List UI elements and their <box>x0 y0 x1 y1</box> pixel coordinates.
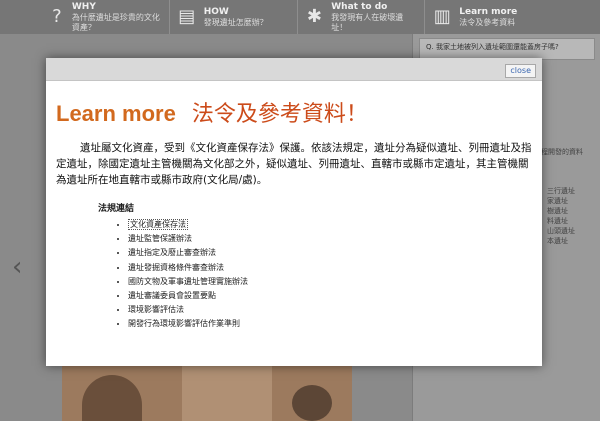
nav-subtitle: 我發現有人在破壞遺址！ <box>331 12 404 32</box>
illustration <box>62 365 352 421</box>
close-button[interactable]: close <box>505 64 536 78</box>
book-icon: ▥ <box>433 6 451 27</box>
nav-title: Learn more <box>459 6 518 17</box>
nav-tab-learn-more-text: Learn more 法令及參考資料 <box>459 7 517 28</box>
nav-tab-learn-more[interactable]: ▥ Learn more 法令及參考資料 <box>424 0 552 34</box>
law-link-text: 遺址監管保護辦法 <box>128 234 192 244</box>
clipboard-icon: ▤ <box>178 6 196 27</box>
modal-header-bar: close <box>46 58 542 81</box>
law-link[interactable]: 文化資產保存法 <box>128 218 248 232</box>
nav-tab-what-to-do[interactable]: ✱ What to do 我發現有人在破壞遺址！ <box>296 0 425 34</box>
nav-tab-how-text: HOW 發現遺址怎麼辦？ <box>204 7 268 28</box>
nav-subtitle: 法令及參考資料 <box>459 17 516 27</box>
top-navigation: ? WHY 為什麼遺址是珍貴的文化資產？ ▤ HOW 發現遺址怎麼辦？ ✱ Wh… <box>0 0 600 34</box>
list-item[interactable]: 山頭遺址 <box>547 226 575 236</box>
law-link[interactable]: 國防文物及軍事遺址管理實施辦法 <box>128 275 248 289</box>
law-link[interactable]: 環境影響評估法 <box>128 303 248 317</box>
sidebar-site-list: 三行遺址 家遺址 樹遺址 料遺址 山頭遺址 本遺址 <box>547 186 575 246</box>
nav-subtitle: 為什麼遺址是珍貴的文化資產？ <box>71 12 160 32</box>
laws-list: 文化資產保存法 遺址監管保護辦法 遺址指定及廢止審查辦法 遺址發掘資格條件審查辦… <box>114 218 248 332</box>
intro-paragraph: 遺址屬文化資產，受到《文化資產保存法》保護。依該法規定，遺址分為疑似遺址、列冊遺… <box>56 142 532 186</box>
faq-question[interactable]: Q. 我家土地被列入遺址範圍還能蓋房子嗎? <box>419 38 595 60</box>
sidebar-section-header: 程開發的資料 <box>541 148 583 156</box>
title-chinese: 法令及參考資料！ <box>191 102 368 127</box>
law-link[interactable]: 遺址監管保護辦法 <box>128 232 248 246</box>
illustration-figure <box>182 365 272 421</box>
nav-tab-what-to-do-text: What to do 我發現有人在破壞遺址！ <box>331 2 418 33</box>
question-icon: ? <box>52 6 62 27</box>
list-item[interactable]: 本遺址 <box>547 236 575 246</box>
law-link-text: 開發行為環境影響評估作業準則 <box>128 319 240 329</box>
law-link-text: 環境影響評估法 <box>128 305 184 315</box>
law-link-text: 遺址發掘資格條件審查辦法 <box>128 262 224 272</box>
learn-more-modal: close Learn more 法令及參考資料！ 遺址屬文化資產，受到《文化資產… <box>46 58 542 366</box>
chevron-left-icon[interactable]: ‹ <box>12 252 22 282</box>
law-link-text: 遺址指定及廢止審查辦法 <box>128 248 216 258</box>
list-item[interactable]: 家遺址 <box>547 196 575 206</box>
law-link[interactable]: 遺址指定及廢止審查辦法 <box>128 246 248 260</box>
nav-title: WHY <box>71 1 96 12</box>
law-link-text: 遺址審議委員會設置要點 <box>128 291 216 301</box>
list-item[interactable]: 樹遺址 <box>547 206 575 216</box>
title-english: Learn more <box>56 101 176 126</box>
law-link[interactable]: 遺址審議委員會設置要點 <box>128 289 248 303</box>
nav-tabs: ? WHY 為什麼遺址是珍貴的文化資產？ ▤ HOW 發現遺址怎麼辦？ ✱ Wh… <box>42 0 552 34</box>
law-link-text: 文化資產保存法 <box>128 219 188 230</box>
nav-subtitle: 發現遺址怎麼辦？ <box>203 17 268 27</box>
nav-title: HOW <box>203 6 229 17</box>
nav-tab-how[interactable]: ▤ HOW 發現遺址怎麼辦？ <box>168 0 297 34</box>
illustration-figure <box>292 385 332 421</box>
list-item[interactable]: 三行遺址 <box>547 186 575 196</box>
nav-tab-why-text: WHY 為什麼遺址是珍貴的文化資產？ <box>72 2 163 33</box>
illustration-figure <box>82 375 142 421</box>
laws-heading: 法規連結 <box>98 204 135 214</box>
law-link-text: 國防文物及軍事遺址管理實施辦法 <box>128 276 248 286</box>
alert-icon: ✱ <box>306 6 322 27</box>
list-item[interactable]: 料遺址 <box>547 216 575 226</box>
law-link[interactable]: 遺址發掘資格條件審查辦法 <box>128 261 248 275</box>
nav-title: What to do <box>331 1 388 12</box>
nav-tab-why[interactable]: ? WHY 為什麼遺址是珍貴的文化資產？ <box>42 0 169 34</box>
modal-title: Learn more 法令及參考資料！ <box>56 96 368 128</box>
law-link[interactable]: 開發行為環境影響評估作業準則 <box>128 317 248 331</box>
